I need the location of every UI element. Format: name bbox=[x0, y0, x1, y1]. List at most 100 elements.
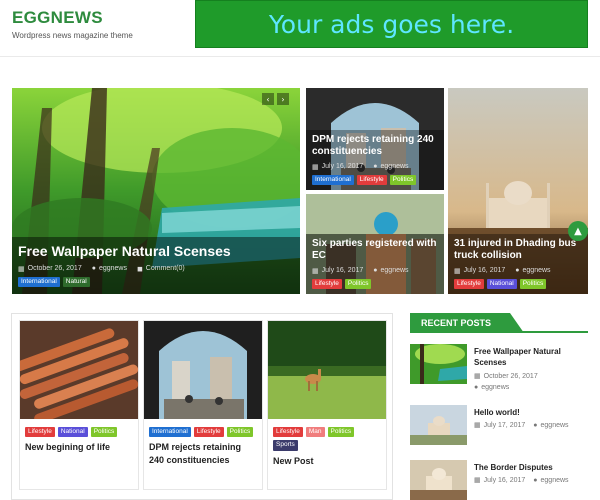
ad-text: Your ads goes here. bbox=[268, 9, 515, 39]
post-card-image bbox=[20, 321, 138, 419]
post-card[interactable]: Lifestyle Man Politics Sports New Post bbox=[267, 320, 387, 490]
category-badge[interactable]: Lifestyle bbox=[193, 427, 224, 438]
comment-icon: ◼ bbox=[136, 265, 143, 273]
recent-post-item[interactable]: Hello world! ▦ July 17, 2017 ● eggnews bbox=[410, 405, 590, 455]
post-date[interactable]: July 17, 2017 bbox=[484, 422, 526, 429]
calendar-icon: ▦ bbox=[312, 267, 319, 275]
post-title[interactable]: New Post bbox=[273, 455, 381, 467]
recent-post-thumbnail bbox=[410, 344, 467, 384]
featured-bottom-middle-post[interactable]: Six parties registered with EC ▦ July 16,… bbox=[306, 194, 444, 294]
chevron-left-icon[interactable]: ‹ bbox=[262, 93, 274, 105]
category-badge[interactable]: International bbox=[312, 174, 354, 185]
category-badge[interactable]: Politics bbox=[389, 174, 417, 185]
header-divider bbox=[0, 56, 600, 57]
post-title[interactable]: 31 injured in Dhading bus truck collisio… bbox=[454, 238, 582, 263]
scroll-to-top-button[interactable]: ▲ bbox=[568, 221, 588, 241]
post-title[interactable]: Six parties registered with EC bbox=[312, 238, 438, 263]
recent-post-thumbnail bbox=[410, 405, 467, 445]
category-badge[interactable]: Lifestyle bbox=[312, 278, 342, 289]
featured-right-overlay: 31 injured in Dhading bus truck collisio… bbox=[448, 233, 588, 294]
featured-bottom-middle-overlay: Six parties registered with EC ▦ July 16,… bbox=[306, 233, 444, 294]
post-title[interactable]: Free Wallpaper Natural Scenses bbox=[18, 243, 294, 261]
user-icon: ● bbox=[91, 265, 96, 273]
category-badge[interactable]: Lifestyle bbox=[273, 427, 303, 438]
user-icon: ● bbox=[515, 267, 520, 275]
calendar-icon: ▦ bbox=[454, 267, 461, 275]
featured-top-middle-overlay: DPM rejects retaining 240 constituencies… bbox=[306, 129, 444, 190]
post-author[interactable]: eggnews bbox=[381, 163, 409, 170]
post-categories: International Lifestyle Politics bbox=[312, 174, 438, 185]
category-badge[interactable]: International bbox=[18, 276, 60, 287]
category-badge[interactable]: Politics bbox=[327, 427, 355, 438]
featured-right-post[interactable]: 31 injured in Dhading bus truck collisio… bbox=[448, 88, 588, 294]
category-badge[interactable]: National bbox=[57, 427, 88, 438]
user-icon: ● bbox=[533, 421, 538, 429]
category-badge[interactable]: Natural bbox=[62, 276, 90, 287]
calendar-icon: ▦ bbox=[474, 477, 481, 484]
post-date[interactable]: July 16, 2017 bbox=[322, 267, 364, 274]
post-author[interactable]: eggnews bbox=[99, 265, 127, 272]
post-categories: Lifestyle Politics bbox=[312, 278, 438, 289]
post-author[interactable]: eggnews bbox=[541, 422, 569, 429]
post-author[interactable]: eggnews bbox=[523, 267, 551, 274]
user-icon: ● bbox=[373, 267, 378, 275]
category-badge[interactable]: Lifestyle bbox=[356, 174, 387, 185]
post-date[interactable]: July 16, 2017 bbox=[484, 477, 526, 484]
post-date[interactable]: October 26, 2017 bbox=[28, 265, 82, 272]
featured-main-post[interactable]: ‹ › Free Wallpaper Natural Scenses ▦ Octo… bbox=[12, 88, 300, 294]
post-title[interactable]: DPM rejects retaining 240 constituencies bbox=[149, 441, 257, 465]
calendar-icon: ▦ bbox=[18, 265, 25, 273]
recent-post-thumbnail bbox=[410, 460, 467, 500]
category-badge[interactable]: International bbox=[149, 427, 191, 438]
category-badge[interactable]: National bbox=[486, 278, 517, 289]
site-title[interactable]: EGGNEWS bbox=[12, 8, 103, 28]
user-icon: ● bbox=[474, 384, 479, 391]
post-author[interactable]: eggnews bbox=[481, 384, 509, 391]
post-categories: International Lifestyle Politics bbox=[149, 427, 257, 438]
recent-post-item[interactable]: Free Wallpaper Natural Scenses ▦ October … bbox=[410, 344, 590, 394]
chevron-right-icon[interactable]: › bbox=[277, 93, 289, 105]
header-arrow-shape bbox=[510, 313, 524, 333]
post-card[interactable]: Lifestyle National Politics New begining… bbox=[19, 320, 139, 490]
recent-post-title[interactable]: Free Wallpaper Natural Scenses bbox=[474, 346, 584, 368]
post-categories: Lifestyle National Politics bbox=[454, 278, 582, 289]
calendar-icon: ▦ bbox=[474, 373, 481, 380]
post-card-image bbox=[268, 321, 386, 419]
category-badge[interactable]: Politics bbox=[90, 427, 118, 438]
post-author[interactable]: eggnews bbox=[541, 477, 569, 484]
recent-posts-title: RECENT POSTS bbox=[410, 313, 510, 333]
recent-post-title[interactable]: The Border Disputes bbox=[474, 462, 584, 473]
user-icon: ● bbox=[373, 163, 378, 171]
post-meta: ▦ October 26, 2017 ● eggnews ◼ Comment(0) bbox=[18, 265, 294, 273]
post-comments[interactable]: Comment(0) bbox=[146, 265, 185, 272]
category-badge[interactable]: Lifestyle bbox=[25, 427, 55, 438]
post-author[interactable]: eggnews bbox=[381, 267, 409, 274]
category-badge[interactable]: Politics bbox=[344, 278, 372, 289]
featured-top-middle-post[interactable]: DPM rejects retaining 240 constituencies… bbox=[306, 88, 444, 190]
post-categories: Lifestyle Man Politics Sports bbox=[273, 427, 381, 451]
post-date[interactable]: July 16, 2017 bbox=[322, 163, 364, 170]
post-card-image bbox=[144, 321, 262, 419]
recent-post-title[interactable]: Hello world! bbox=[474, 407, 584, 418]
post-title[interactable]: DPM rejects retaining 240 constituencies bbox=[312, 134, 438, 159]
post-categories: International Natural bbox=[18, 276, 294, 287]
post-card[interactable]: International Lifestyle Politics DPM rej… bbox=[143, 320, 263, 490]
recent-post-meta: ▦ July 16, 2017 ● eggnews bbox=[474, 476, 569, 485]
post-meta: ▦ July 16, 2017 ● eggnews bbox=[312, 267, 438, 275]
recent-post-meta: ▦ July 17, 2017 ● eggnews bbox=[474, 421, 569, 430]
recent-post-meta: ▦ October 26, 2017 ● eggnews bbox=[474, 372, 538, 392]
category-badge[interactable]: Sports bbox=[273, 440, 298, 451]
post-title[interactable]: New begining of life bbox=[25, 441, 133, 453]
calendar-icon: ▦ bbox=[474, 422, 481, 429]
user-icon: ● bbox=[533, 476, 538, 484]
post-date[interactable]: July 16, 2017 bbox=[464, 267, 506, 274]
category-badge[interactable]: Politics bbox=[519, 278, 547, 289]
post-categories: Lifestyle National Politics bbox=[25, 427, 133, 438]
post-date[interactable]: October 26, 2017 bbox=[484, 373, 538, 380]
category-badge[interactable]: Lifestyle bbox=[454, 278, 484, 289]
recent-post-item[interactable]: The Border Disputes ▦ July 16, 2017 ● eggn… bbox=[410, 460, 590, 500]
ad-banner[interactable]: Your ads goes here. bbox=[195, 0, 588, 48]
post-meta: ▦ July 16, 2017 ● eggnews bbox=[312, 163, 438, 171]
category-badge[interactable]: Man bbox=[305, 427, 325, 438]
category-badge[interactable]: Politics bbox=[226, 427, 254, 438]
